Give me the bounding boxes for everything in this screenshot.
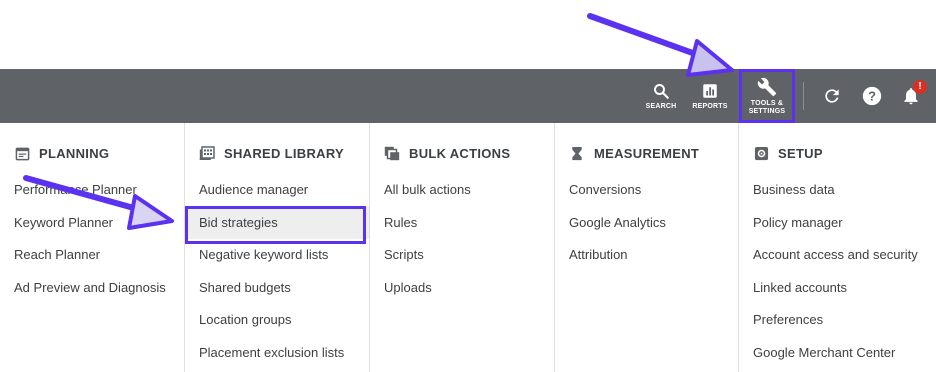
column-header: BULK ACTIONS <box>384 145 510 161</box>
reports-button[interactable]: REPORTS <box>690 69 730 123</box>
menu-item-rules[interactable]: Rules <box>370 207 554 240</box>
svg-text:?: ? <box>868 89 876 104</box>
column-bulk-actions: BULK ACTIONS All bulk actions Rules Scri… <box>369 123 554 372</box>
menu-item-keyword-planner[interactable]: Keyword Planner <box>0 207 184 240</box>
column-title: MEASUREMENT <box>594 145 700 161</box>
search-button[interactable]: SEARCH <box>641 69 681 123</box>
menu-item-location-groups[interactable]: Location groups <box>185 304 369 337</box>
menu-item-all-bulk-actions[interactable]: All bulk actions <box>370 174 554 207</box>
menu-item-linked-accounts[interactable]: Linked accounts <box>739 272 936 305</box>
help-icon: ? <box>861 85 883 107</box>
menu-item-placement-exclusion-lists[interactable]: Placement exclusion lists <box>185 337 369 370</box>
search-label: SEARCH <box>645 102 677 110</box>
tools-highlight-box <box>739 69 795 123</box>
bid-strategies-highlight-box <box>185 206 366 244</box>
menu-item-google-merchant-center[interactable]: Google Merchant Center <box>739 337 936 370</box>
column-header: MEASUREMENT <box>569 145 699 161</box>
tools-menu: PLANNING Performance Planner Keyword Pla… <box>0 123 936 372</box>
column-shared-library: SHARED LIBRARY Audience manager Bid stra… <box>184 123 369 372</box>
menu-item-policy-manager[interactable]: Policy manager <box>739 207 936 240</box>
column-title: PLANNING <box>39 145 110 161</box>
column-header: SETUP <box>753 145 823 161</box>
refresh-icon <box>822 86 842 106</box>
menu-item-preferences[interactable]: Preferences <box>739 304 936 337</box>
bell-icon: ! <box>901 80 927 106</box>
refresh-button[interactable] <box>820 69 844 123</box>
menu-item-ad-preview[interactable]: Ad Preview and Diagnosis <box>0 272 184 305</box>
menu-item-scripts[interactable]: Scripts <box>370 239 554 272</box>
notifications-button[interactable]: ! <box>899 69 927 123</box>
bar-chart-icon <box>701 82 719 100</box>
help-button[interactable]: ? <box>860 69 884 123</box>
hourglass-icon <box>569 145 585 161</box>
column-header: PLANNING <box>14 145 109 161</box>
menu-item-performance-planner[interactable]: Performance Planner <box>0 174 184 207</box>
top-toolbar: SEARCH REPORTS TOOLS & SETTINGS ? ! <box>0 69 936 123</box>
menu-item-google-analytics[interactable]: Google Analytics <box>555 207 739 240</box>
reports-label: REPORTS <box>692 102 728 110</box>
menu-item-reach-planner[interactable]: Reach Planner <box>0 239 184 272</box>
copy-icon <box>384 145 400 161</box>
notification-badge: ! <box>913 80 927 94</box>
menu-item-shared-budgets[interactable]: Shared budgets <box>185 272 369 305</box>
menu-item-uploads[interactable]: Uploads <box>370 272 554 305</box>
column-title: SHARED LIBRARY <box>224 145 345 161</box>
menu-item-audience-manager[interactable]: Audience manager <box>185 174 369 207</box>
column-header: SHARED LIBRARY <box>199 145 344 161</box>
menu-item-conversions[interactable]: Conversions <box>555 174 739 207</box>
column-title: BULK ACTIONS <box>409 145 511 161</box>
arrow-to-tools-icon <box>587 13 734 77</box>
search-icon <box>652 82 670 100</box>
menu-item-attribution[interactable]: Attribution <box>555 239 739 272</box>
settings-icon <box>753 145 769 161</box>
toolbar-divider <box>803 82 804 110</box>
column-title: SETUP <box>778 145 823 161</box>
menu-item-account-access[interactable]: Account access and security <box>739 239 936 272</box>
library-icon <box>199 145 215 161</box>
column-measurement: MEASUREMENT Conversions Google Analytics… <box>554 123 739 372</box>
column-setup: SETUP Business data Policy manager Accou… <box>738 123 936 372</box>
calendar-icon <box>14 145 30 161</box>
column-planning: PLANNING Performance Planner Keyword Pla… <box>0 123 184 372</box>
menu-item-business-data[interactable]: Business data <box>739 174 936 207</box>
